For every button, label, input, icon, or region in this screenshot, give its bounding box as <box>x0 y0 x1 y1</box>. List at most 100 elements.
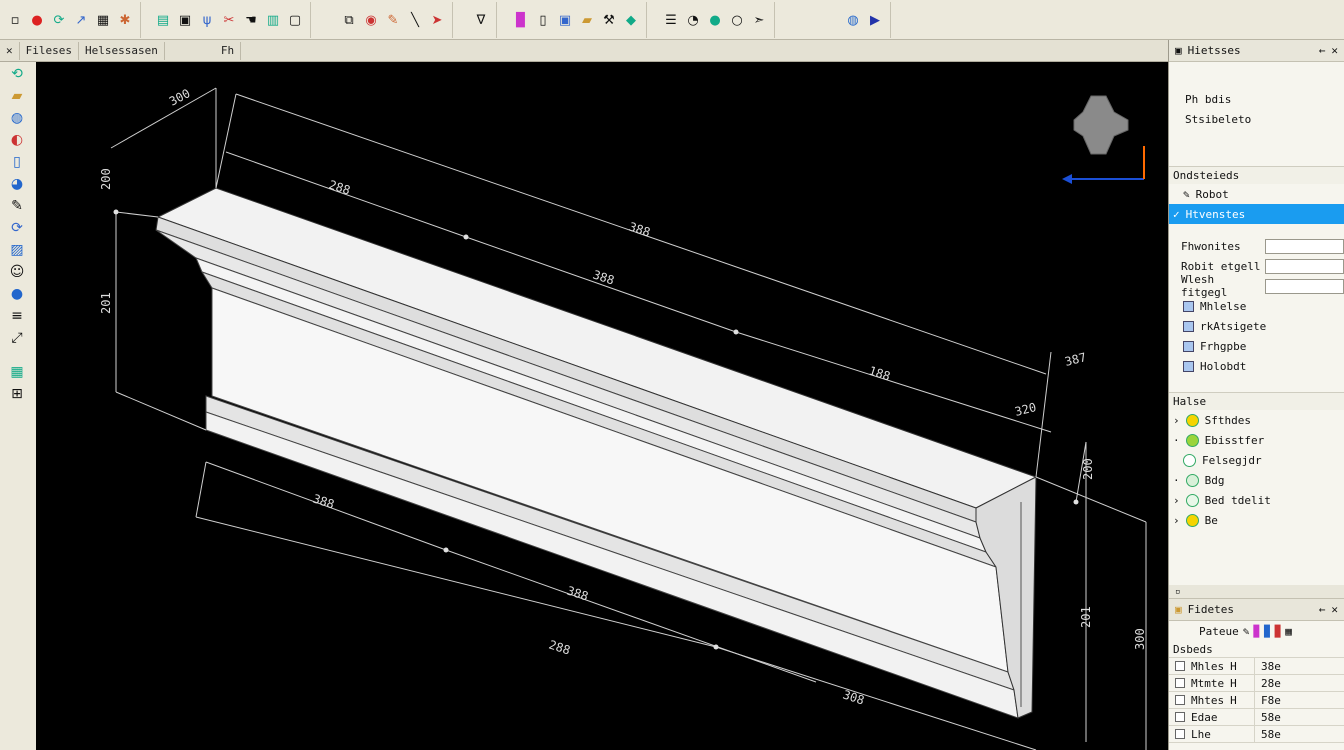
layer-item[interactable]: › Sfthdes <box>1169 410 1344 430</box>
layer-item[interactable]: · Bdg <box>1169 470 1344 490</box>
list-item-robot[interactable]: ✎ Robot <box>1169 184 1344 204</box>
row-checkbox[interactable] <box>1175 729 1185 739</box>
refresh-icon[interactable]: ⟳ <box>50 11 68 29</box>
expand-icon[interactable]: › <box>1173 494 1180 507</box>
tag-icon[interactable]: ▉ <box>1275 625 1282 638</box>
box-icon[interactable]: ▣ <box>556 11 574 29</box>
cube-icon[interactable]: ◆ <box>622 11 640 29</box>
paste-icon[interactable]: ▥ <box>264 11 282 29</box>
view-cube-widget[interactable] <box>1062 95 1145 184</box>
palette-icon[interactable]: ✱ <box>116 11 134 29</box>
circle-icon[interactable]: ◉ <box>362 11 380 29</box>
list-icon[interactable]: ☰ <box>662 11 680 29</box>
wand-icon[interactable]: ⤢ <box>2 328 32 348</box>
paint-icon[interactable]: ◐ <box>2 130 32 150</box>
arrow-right-icon[interactable]: ➤ <box>428 11 446 29</box>
color-icon[interactable]: ▉ <box>1253 625 1260 638</box>
table-row[interactable]: Edae 58e <box>1169 709 1344 726</box>
row-checkbox[interactable] <box>1175 712 1185 722</box>
view-cube-icon[interactable] <box>1073 95 1129 155</box>
person-icon[interactable]: ☺ <box>2 262 32 282</box>
pointer-icon[interactable]: ➣ <box>750 11 768 29</box>
line-icon[interactable]: ≡ <box>2 306 32 326</box>
image-icon[interactable]: ▣ <box>176 11 194 29</box>
rotate-icon[interactable]: ⟳ <box>2 218 32 238</box>
gauge-icon[interactable]: ◔ <box>684 11 702 29</box>
checkbox-row[interactable]: Mhlelse <box>1169 296 1344 316</box>
pencil-icon[interactable]: ✎ <box>1243 625 1250 638</box>
play-icon[interactable]: ▶ <box>866 11 884 29</box>
checkbox[interactable] <box>1183 360 1194 372</box>
grid-icon[interactable]: ▦ <box>1285 625 1292 638</box>
back-arrow-icon[interactable]: ← <box>1319 44 1326 57</box>
row-checkbox[interactable] <box>1175 661 1185 671</box>
expand-icon[interactable]: › <box>1173 414 1180 427</box>
tab-close-icon[interactable]: ✕ <box>0 41 20 60</box>
layer-item[interactable]: Felsegjdr <box>1169 450 1344 470</box>
folder-icon[interactable]: ▰ <box>578 11 596 29</box>
hand-icon[interactable]: ☚ <box>242 11 260 29</box>
color-icon[interactable]: ▉ <box>1264 625 1271 638</box>
arrow-icon[interactable]: ↗ <box>72 11 90 29</box>
small-circle-icon[interactable]: ○ <box>728 11 746 29</box>
table-row[interactable]: Lhe 58e <box>1169 726 1344 743</box>
layer-label: Sfthdes <box>1204 413 1251 427</box>
chart-icon[interactable]: ⊞ <box>2 384 32 404</box>
new-file-icon[interactable]: ▫ <box>6 11 24 29</box>
select-icon[interactable]: ∇ <box>472 11 490 29</box>
close-icon[interactable]: ✕ <box>1331 603 1338 616</box>
list-item-selected[interactable]: ✓ Htvenstes <box>1169 204 1344 224</box>
pen-icon[interactable]: ╲ <box>406 11 424 29</box>
layer-item[interactable]: › Be <box>1169 510 1344 530</box>
table-row[interactable]: Mhtes H F8e <box>1169 692 1344 709</box>
refresh-icon[interactable]: ⟲ <box>2 64 32 84</box>
table-row[interactable]: Mtmte H 28e <box>1169 675 1344 692</box>
layer-color-icon[interactable]: ▉ <box>512 11 530 29</box>
row-checkbox[interactable] <box>1175 678 1185 688</box>
tag-icon[interactable]: ▨ <box>2 240 32 260</box>
stop-icon[interactable]: ● <box>28 11 46 29</box>
tab-help[interactable]: Helsessasen <box>79 41 165 60</box>
view-icon[interactable]: ▢ <box>286 11 304 29</box>
checkbox[interactable] <box>1183 340 1194 352</box>
disk-icon[interactable]: ◕ <box>2 174 32 194</box>
rect-icon[interactable]: ▯ <box>2 152 32 172</box>
expand-icon[interactable]: › <box>1173 514 1180 527</box>
tab-files[interactable]: Fileses <box>20 41 79 60</box>
brush-icon[interactable]: ✎ <box>2 196 32 216</box>
dim-label: 388 <box>591 268 616 288</box>
checkbox[interactable] <box>1183 320 1194 332</box>
green-dot-icon[interactable]: ● <box>706 11 724 29</box>
field-input[interactable] <box>1265 278 1344 294</box>
row-checkbox[interactable] <box>1175 695 1185 705</box>
checkbox-row[interactable]: Frhgpbe <box>1169 336 1344 356</box>
model-viewport[interactable]: 300 200 201 288 388 388 188 387 320 200 … <box>36 62 1168 750</box>
layer-icon[interactable]: ▯ <box>534 11 552 29</box>
folder-icon[interactable]: ▰ <box>2 86 32 106</box>
field-input[interactable] <box>1265 238 1344 254</box>
wrench-icon[interactable]: ⚒ <box>600 11 618 29</box>
back-arrow-icon[interactable]: ← <box>1319 603 1326 616</box>
sphere-icon[interactable]: ● <box>2 284 32 304</box>
checkbox-row[interactable]: Holobdt <box>1169 356 1344 376</box>
table-icon[interactable]: ▤ <box>154 11 172 29</box>
checkbox-label: Holobdt <box>1200 359 1247 373</box>
globe-icon[interactable]: ◍ <box>2 108 32 128</box>
tab-extra[interactable]: Fh <box>215 41 242 60</box>
drawing-canvas[interactable]: 300 200 201 288 388 388 188 387 320 200 … <box>36 62 1168 750</box>
sheet-icon[interactable]: ▦ <box>2 362 32 382</box>
checkbox-row[interactable]: rkAtsigete <box>1169 316 1344 336</box>
grid-icon[interactable]: ▦ <box>94 11 112 29</box>
field-input[interactable] <box>1265 258 1344 274</box>
brush-icon[interactable]: ✎ <box>384 11 402 29</box>
globe-icon[interactable]: ◍ <box>844 11 862 29</box>
close-icon[interactable]: ✕ <box>1331 44 1338 57</box>
table-row[interactable]: Mhles H 38e <box>1169 658 1344 675</box>
layer-item[interactable]: · Ebisstfer <box>1169 430 1344 450</box>
layer-item[interactable]: › Bed tdelit <box>1169 490 1344 510</box>
fork-icon[interactable]: ψ <box>198 11 216 29</box>
copy-icon[interactable]: ⧉ <box>340 11 358 29</box>
scissors-icon[interactable]: ✂ <box>220 11 238 29</box>
checkbox[interactable] <box>1183 300 1194 312</box>
field-label: Wlesh fitgegl <box>1181 273 1228 299</box>
